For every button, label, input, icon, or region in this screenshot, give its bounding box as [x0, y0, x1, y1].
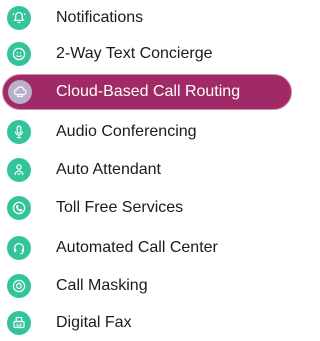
menu-item-label: Toll Free Services — [56, 199, 184, 216]
cloud-phone-icon — [8, 80, 32, 104]
menu-item-label: 2-Way Text Concierge — [56, 45, 213, 62]
mask-icon — [7, 274, 31, 298]
menu-item-label: Auto Attendant — [56, 161, 161, 178]
menu-item-label: Cloud-Based Call Routing — [56, 83, 241, 100]
phone-icon — [7, 196, 31, 220]
menu-item-label: Notifications — [56, 9, 144, 26]
menu-item-automated-call-center[interactable]: Automated Call Center — [0, 230, 295, 266]
fax-icon — [7, 311, 31, 335]
menu-item-toll-free-services[interactable]: Toll Free Services — [0, 190, 295, 226]
menu-item-digital-fax[interactable]: Digital Fax — [0, 305, 295, 341]
services-menu: Notifications 2-Way Text Concierge Cloud… — [0, 0, 295, 341]
headset-icon — [7, 236, 31, 260]
menu-item-2-way-text-concierge[interactable]: 2-Way Text Concierge — [0, 36, 295, 72]
bell-icon — [7, 6, 31, 30]
menu-item-label: Automated Call Center — [56, 239, 218, 256]
phone-person-icon — [7, 158, 31, 182]
menu-item-call-masking[interactable]: Call Masking — [0, 268, 295, 304]
menu-item-label: Audio Conferencing — [56, 123, 197, 140]
menu-item-cloud-based-call-routing[interactable]: Cloud-Based Call Routing — [0, 74, 295, 110]
chat-icon — [7, 42, 31, 66]
menu-item-notifications[interactable]: Notifications — [0, 0, 295, 36]
menu-item-label: Digital Fax — [56, 314, 132, 331]
menu-item-label: Call Masking — [56, 277, 148, 294]
menu-item-audio-conferencing[interactable]: Audio Conferencing — [0, 114, 295, 150]
microphone-icon — [7, 120, 31, 144]
menu-item-auto-attendant[interactable]: Auto Attendant — [0, 152, 295, 188]
